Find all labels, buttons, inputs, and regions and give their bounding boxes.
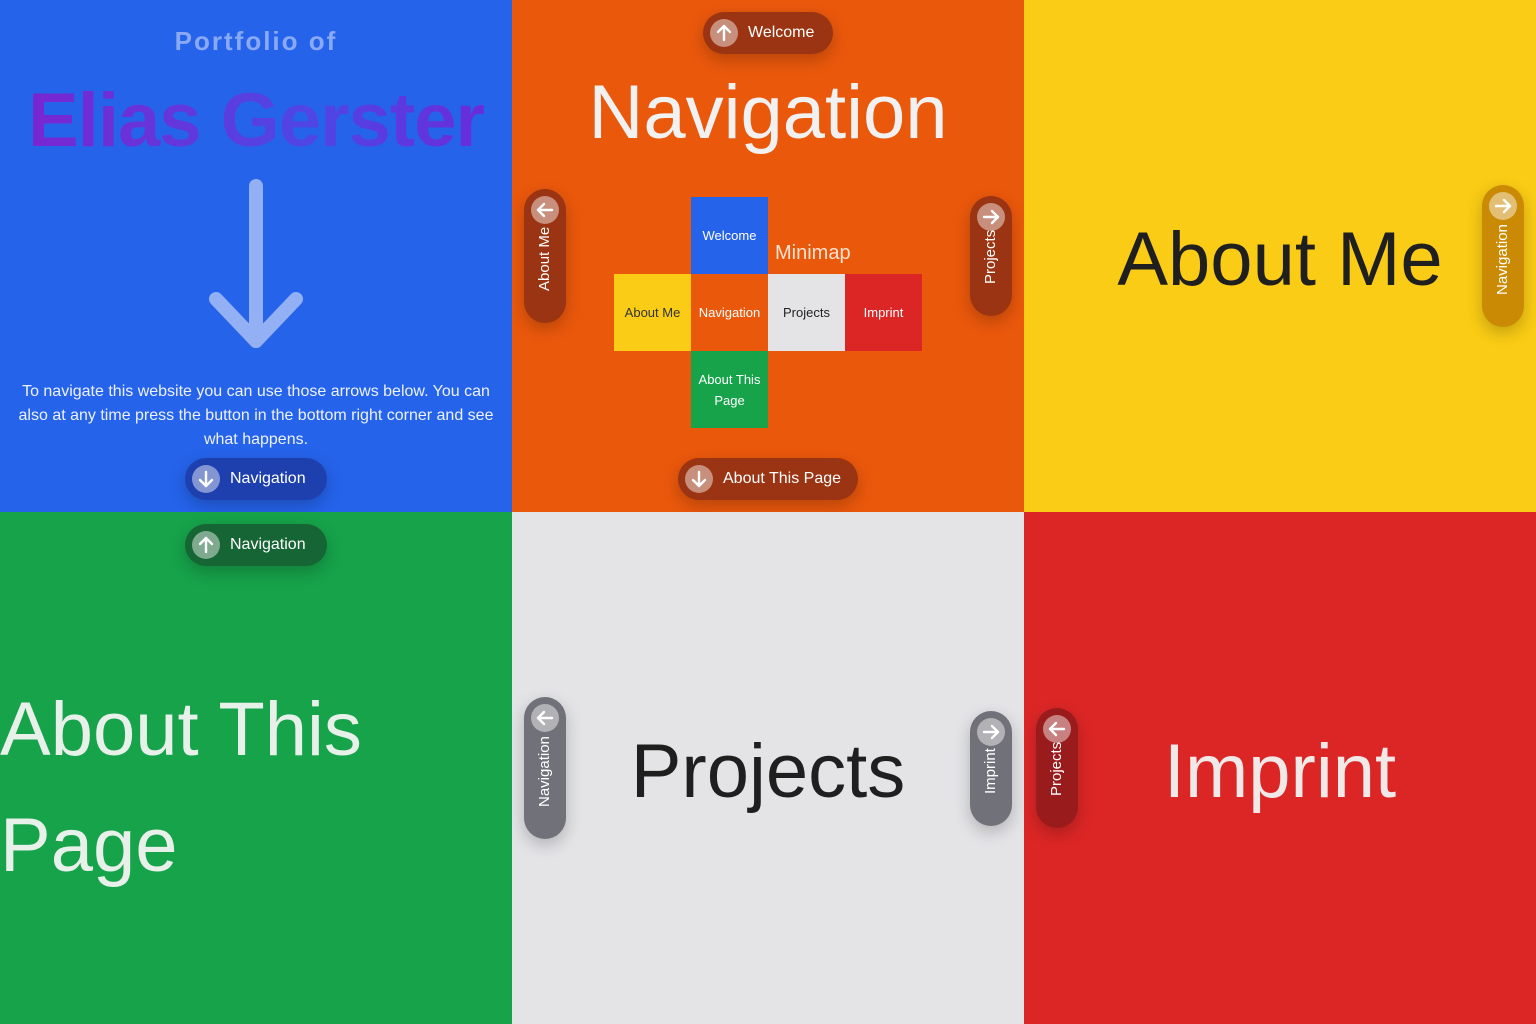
imprint-title: Imprint xyxy=(1163,729,1397,814)
nav-down-button[interactable]: Navigation xyxy=(185,458,327,500)
nav-down-button[interactable]: About This Page xyxy=(678,458,858,500)
projects-title: Projects xyxy=(630,729,906,814)
portfolio-of-heading: Portfolio of xyxy=(174,26,338,56)
minimap-navigation[interactable]: Navigation xyxy=(691,274,768,351)
owner-name-title: Elias Gerster xyxy=(0,78,512,164)
nav-down-label: About This Page xyxy=(723,470,842,487)
navigation-panel: Welcome Navigation About Me Projects Wel… xyxy=(512,0,1024,512)
arrow-right-icon xyxy=(977,203,1005,231)
projects-right-label: Imprint xyxy=(982,748,999,794)
nav-down-label: Navigation xyxy=(230,470,306,487)
about-me-right-label: Navigation xyxy=(1494,224,1511,295)
arrow-right-icon xyxy=(1489,192,1517,220)
nav-right-label: Projects xyxy=(982,229,999,284)
about-this-page-up-button[interactable]: Navigation xyxy=(185,524,327,566)
about-me-right-button[interactable]: Navigation xyxy=(1482,185,1524,327)
arrow-left-icon xyxy=(531,196,559,224)
nav-up-button[interactable]: Welcome xyxy=(703,12,833,54)
about-this-page-title: About This Page xyxy=(0,672,362,904)
about-me-title: About Me xyxy=(1117,217,1443,302)
arrow-up-icon xyxy=(710,19,738,47)
navigation-title: Navigation xyxy=(588,70,948,155)
arrow-down-icon xyxy=(192,465,220,493)
projects-panel: Navigation Projects Imprint xyxy=(512,512,1024,1024)
arrow-up-icon xyxy=(192,531,220,559)
projects-right-button[interactable]: Imprint xyxy=(970,711,1012,826)
minimap-about-this-page[interactable]: About This Page xyxy=(691,351,768,428)
intro-text: To navigate this website you can use tho… xyxy=(18,383,494,448)
nav-up-label: Welcome xyxy=(748,24,815,41)
nav-right-button[interactable]: Projects xyxy=(970,196,1012,316)
about-this-page-panel: Navigation About This Page xyxy=(0,512,512,1024)
arrow-right-icon xyxy=(977,718,1005,746)
minimap-about-me[interactable]: About Me xyxy=(614,274,691,351)
minimap-label: Minimap xyxy=(775,242,851,264)
minimap-imprint[interactable]: Imprint xyxy=(845,274,922,351)
arrow-down-icon xyxy=(685,465,713,493)
about-me-panel: About Me Navigation xyxy=(1024,0,1536,512)
about-this-page-title-line2: Page xyxy=(0,803,178,888)
large-arrow-down-icon xyxy=(209,179,303,348)
welcome-panel: Portfolio of Elias Gerster To navigate t… xyxy=(0,0,512,512)
about-this-page-up-label: Navigation xyxy=(230,536,306,553)
about-this-page-title-line1: About This xyxy=(0,687,362,772)
minimap-projects[interactable]: Projects xyxy=(768,274,845,351)
imprint-panel: Projects Imprint xyxy=(1024,512,1536,1024)
nav-left-label: About Me xyxy=(536,226,553,291)
nav-left-button[interactable]: About Me xyxy=(524,189,566,323)
minimap-welcome[interactable]: Welcome xyxy=(691,197,768,274)
